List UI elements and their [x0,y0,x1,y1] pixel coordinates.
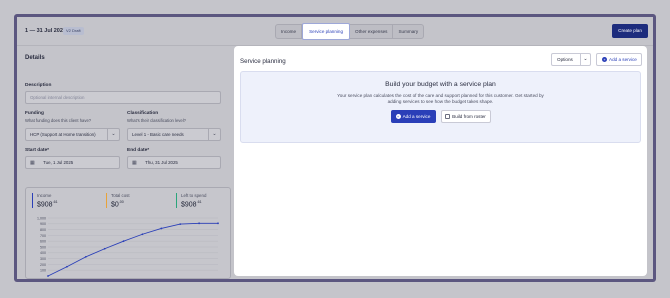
build-from-roster-label: Build from roster [452,114,486,119]
options-dropdown[interactable]: Options ⌄ [551,53,591,66]
data-point [122,240,125,243]
date-range: 1 — 31 Jul 2025 [25,28,66,34]
chevron-down-icon: ⌄ [580,54,590,65]
empty-state-title: Build your budget with a service plan [385,81,496,88]
classification-value: Level 1 - Basic care needs [132,132,184,137]
tab-other-expenses[interactable]: Other expenses [350,25,394,38]
description-label: Description [25,83,52,88]
chevron-down-icon: ⌄ [208,128,220,141]
top-bar: 1 — 31 Jul 2025 V2 Draft Income Service … [17,17,653,46]
budget-stats-panel: Income $908.61 Total cost $0.00 Left to … [25,187,231,279]
tab-service-planning[interactable]: Service planning [302,23,351,40]
draft-badge: V2 Draft [63,27,84,35]
build-from-roster-button[interactable]: Build from roster [440,110,491,123]
budget-line-chart: 1,000 900 800 700 600500 400 300 200 100 [37,216,219,277]
y-tick-label: 100 [40,269,46,273]
details-panel: Details Description Optional internal de… [25,47,231,279]
y-tick-label: 800 [40,228,46,232]
left-to-spend-value: $908.61 [181,200,202,209]
y-tick-label: 600 [40,240,46,244]
data-point [160,227,163,230]
funding-select[interactable]: HCP (Support at Home transition) ⌄ [25,128,120,141]
start-date-input[interactable]: ▦ Tue, 1 Jul 2025 [25,156,120,169]
create-plan-button[interactable]: Create plan [612,24,648,38]
y-tick-label: 200 [40,263,46,267]
end-date-value: Thu, 31 Jul 2025 [145,160,178,165]
details-title: Details [25,55,45,61]
options-label: Options [557,57,573,62]
empty-state-description: Your service plan calculates the cost of… [337,93,544,104]
tab-summary[interactable]: Summary [393,25,423,38]
classification-label: Classification [127,111,159,116]
budget-plan-app: 1 — 31 Jul 2025 V2 Draft Income Service … [17,17,653,279]
data-point [217,222,219,225]
tab-income[interactable]: Income [276,25,303,38]
series-line [47,222,218,277]
end-date-input[interactable]: ▦ Thu, 31 Jul 2025 [127,156,221,169]
funding-question: What funding does this client have? [25,118,92,123]
left-to-spend-label: Left to spend [181,193,207,198]
start-date-label: Start date* [25,148,49,153]
data-point [103,247,106,250]
empty-state-actions: + Add a service Build from roster [241,110,640,123]
y-tick-label: 900 [40,222,46,226]
service-planning-panel: Service planning Options ⌄ + Add a servic… [234,46,647,276]
roster-icon [445,114,451,120]
data-point [65,265,68,268]
add-service-button[interactable]: + Add a service [596,53,642,66]
cta-add-service-label: Add a service [402,114,431,119]
y-tick-label: 700 [40,234,46,238]
income-value: $908.61 [37,200,58,209]
total-cost-label: Total cost [111,193,130,198]
plus-icon: + [602,57,607,63]
funding-value: HCP (Support at Home transition) [30,132,96,137]
data-point [198,222,201,225]
cta-add-service-button[interactable]: + Add a service [390,110,436,123]
plus-icon: + [395,114,401,120]
start-date-value: Tue, 1 Jul 2025 [43,160,74,165]
y-tick-label: 1,000 [37,216,46,220]
end-date-label: End date* [127,148,150,153]
income-label: Income [37,193,52,198]
income-stat: Income $908.61 [32,193,58,209]
y-tick-label: 300 [40,257,46,261]
funding-label: Funding [25,111,44,116]
tab-bar: Income Service planning Other expenses S… [275,23,425,40]
empty-state-card: Build your budget with a service plan Yo… [240,71,641,143]
classification-question: What's their classification level? [127,118,186,123]
service-planning-title: Service planning [240,58,286,65]
description-input[interactable]: Optional internal description [25,91,221,104]
data-point [141,233,144,236]
calendar-icon: ▦ [30,160,35,166]
data-point [84,255,87,258]
left-to-spend-stat: Left to spend $908.61 [176,193,207,209]
data-point [179,223,182,225]
chevron-down-icon: ⌄ [107,128,119,141]
total-cost-stat: Total cost $0.00 [106,193,130,209]
data-point [47,275,49,277]
add-service-label: Add a service [609,57,637,62]
calendar-icon: ▦ [132,160,137,166]
classification-select[interactable]: Level 1 - Basic care needs ⌄ [127,128,221,141]
y-tick-label: 500 [40,245,46,249]
total-cost-value: $0.00 [111,200,124,209]
y-tick-label: 400 [40,251,46,255]
